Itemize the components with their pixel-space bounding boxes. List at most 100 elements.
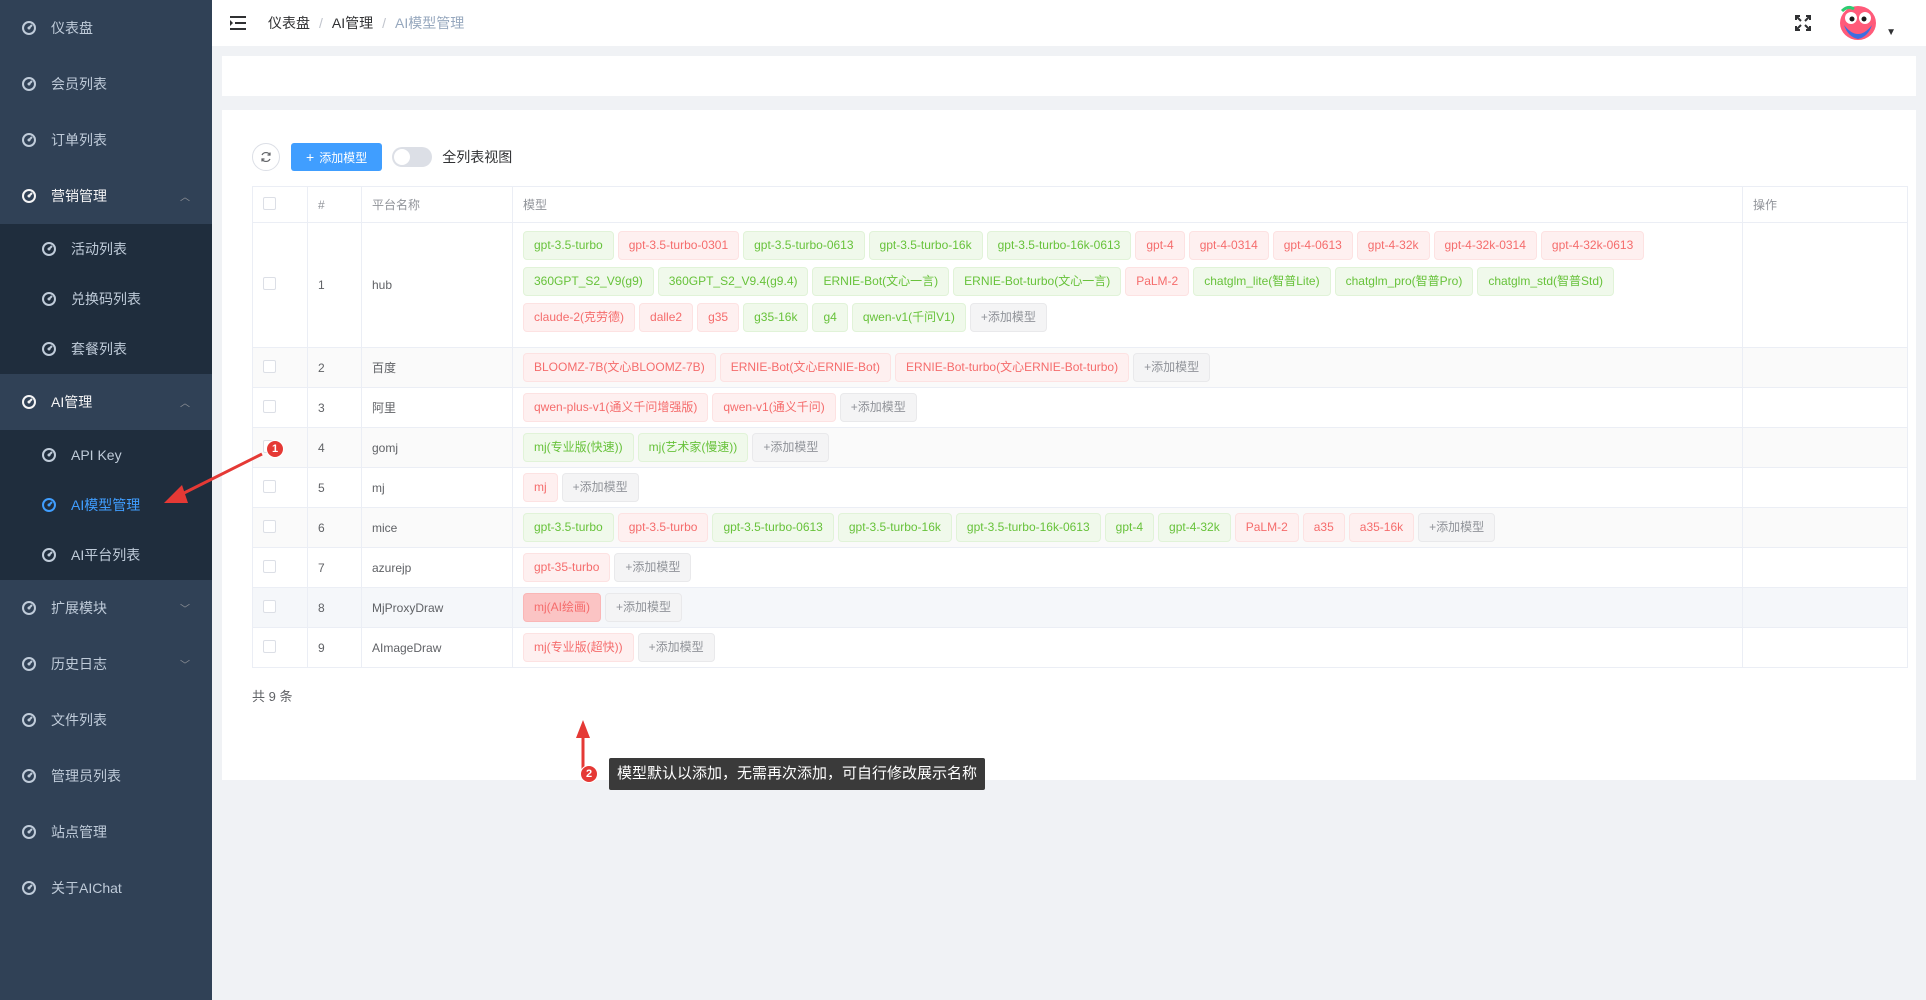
row-checkbox[interactable] (263, 639, 276, 653)
sidebar-item-8[interactable]: 管理员列表 (0, 748, 212, 804)
model-tag[interactable]: chatglm_pro(智普Pro) (1334, 267, 1474, 296)
model-tag[interactable]: gpt-4-32k-0613 (1540, 231, 1645, 260)
sidebar-item-3[interactable]: 营销管理 ︿ (0, 168, 212, 224)
add-model-tag-button[interactable]: +添加模型 (561, 473, 639, 502)
model-tag[interactable]: mj (523, 473, 558, 502)
column-header-actions: 操作 (1742, 186, 1908, 223)
sidebar-subitem[interactable]: API Key (0, 430, 212, 480)
add-model-tag-button[interactable]: +添加模型 (1418, 513, 1496, 542)
breadcrumb-item-ai[interactable]: AI管理 (332, 13, 373, 33)
model-tag[interactable]: gpt-35-turbo (523, 553, 611, 582)
model-tag[interactable]: ERNIE-Bot(文心一言) (812, 267, 950, 296)
row-checkbox[interactable] (263, 559, 276, 573)
model-tag[interactable]: gpt-4-0314 (1188, 231, 1269, 260)
table-row: 5 mj mj +添加模型 (252, 467, 1908, 508)
sidebar-item-5[interactable]: 扩展模块 ﹀ (0, 580, 212, 636)
sidebar-item-2[interactable]: 订单列表 (0, 112, 212, 168)
model-tag[interactable]: ERNIE-Bot(文心ERNIE-Bot) (719, 353, 892, 382)
row-checkbox[interactable] (263, 399, 276, 413)
row-checkbox[interactable] (263, 479, 276, 493)
row-platform: AImageDraw (361, 627, 513, 668)
add-model-tag-button[interactable]: +添加模型 (637, 633, 715, 662)
model-tag[interactable]: PaLM-2 (1125, 267, 1190, 296)
model-tag[interactable]: mj(专业版(超快)) (523, 633, 634, 662)
model-tag[interactable]: mj(专业版(快速)) (523, 433, 634, 462)
sidebar-subitem[interactable]: 兑换码列表 (0, 274, 212, 324)
refresh-button[interactable] (252, 143, 280, 171)
row-actions (1742, 627, 1908, 668)
model-tag[interactable]: gpt-3.5-turbo-0613 (743, 231, 865, 260)
model-tag[interactable]: gpt-4-32k-0314 (1433, 231, 1537, 260)
model-tag[interactable]: gpt-3.5-turbo-16k-0613 (955, 513, 1101, 542)
chevron-down-icon[interactable]: ▼ (1886, 27, 1896, 38)
model-tags: mj(专业版(超快)) +添加模型 (523, 633, 1742, 662)
model-tag[interactable]: chatglm_std(智普Std) (1477, 267, 1615, 296)
add-model-tag-button[interactable]: +添加模型 (605, 593, 683, 622)
model-tag[interactable]: BLOOMZ-7B(文心BLOOMZ-7B) (523, 353, 716, 382)
model-tag[interactable]: g4 (812, 303, 848, 332)
select-all-cell (252, 186, 308, 223)
model-tag[interactable]: a35-16k (1348, 513, 1415, 542)
model-tag[interactable]: gpt-4 (1135, 231, 1185, 260)
row-checkbox[interactable] (263, 359, 276, 373)
model-tag[interactable]: 360GPT_S2_V9(g9) (523, 267, 654, 296)
model-tags: mj(AI绘画) +添加模型 (523, 593, 1742, 622)
model-tag[interactable]: 360GPT_S2_V9.4(g9.4) (657, 267, 809, 296)
model-tag[interactable]: g35 (697, 303, 740, 332)
model-tag[interactable]: mj(艺术家(慢速)) (637, 433, 749, 462)
switch-label: 全列表视图 (442, 149, 513, 165)
row-checkbox[interactable] (263, 599, 276, 613)
sidebar-item-0[interactable]: 仪表盘 (0, 0, 212, 56)
row-checkbox[interactable] (263, 277, 276, 290)
fullscreen-icon[interactable] (1792, 12, 1814, 34)
model-tag[interactable]: gpt-3.5-turbo-0613 (712, 513, 834, 542)
model-tag[interactable]: qwen-plus-v1(通义千问增强版) (523, 393, 709, 422)
model-tag[interactable]: claude-2(克劳德) (523, 303, 636, 332)
model-tag[interactable]: gpt-3.5-turbo-16k (837, 513, 952, 542)
row-checkbox[interactable] (263, 519, 276, 533)
model-tag[interactable]: ERNIE-Bot-turbo(文心ERNIE-Bot-turbo) (895, 353, 1130, 382)
avatar[interactable] (1838, 3, 1879, 43)
full-list-view-switch[interactable] (392, 147, 433, 167)
model-tag[interactable]: gpt-3.5-turbo-16k (868, 231, 983, 260)
sidebar-subitem[interactable]: 活动列表 (0, 224, 212, 274)
add-model-tag-button[interactable]: +添加模型 (614, 553, 692, 582)
model-tag[interactable]: gpt-4 (1104, 513, 1155, 542)
add-model-button[interactable]: + 添加模型 (291, 143, 383, 171)
model-tag[interactable]: gpt-4-0613 (1272, 231, 1353, 260)
add-model-tag-button[interactable]: +添加模型 (1133, 353, 1211, 382)
breadcrumb-item-dashboard[interactable]: 仪表盘 (268, 13, 310, 33)
model-tag[interactable]: gpt-4-32k (1158, 513, 1231, 542)
sidebar-subitem[interactable]: AI平台列表 (0, 530, 212, 580)
model-tag[interactable]: gpt-3.5-turbo (617, 513, 709, 542)
model-tag[interactable]: gpt-3.5-turbo (523, 231, 614, 260)
model-tag[interactable]: a35 (1302, 513, 1345, 542)
sidebar-item-label: 文件列表 (51, 712, 107, 728)
row-actions (1742, 507, 1908, 548)
model-tag[interactable]: dalle2 (639, 303, 694, 332)
model-tag[interactable]: gpt-3.5-turbo (523, 513, 614, 542)
sidebar-subitem[interactable]: AI模型管理 (0, 480, 212, 530)
sidebar-item-7[interactable]: 文件列表 (0, 692, 212, 748)
sidebar-item-6[interactable]: 历史日志 ﹀ (0, 636, 212, 692)
add-model-tag-button[interactable]: +添加模型 (839, 393, 917, 422)
hamburger-icon[interactable] (228, 13, 248, 33)
model-tag[interactable]: gpt-3.5-turbo-16k-0613 (986, 231, 1132, 260)
sidebar-subitem[interactable]: 套餐列表 (0, 324, 212, 374)
sidebar-item-9[interactable]: 站点管理 (0, 804, 212, 860)
model-tag[interactable]: gpt-4-32k (1356, 231, 1430, 260)
model-tag[interactable]: qwen-v1(千问V1) (851, 303, 966, 332)
sidebar-item-10[interactable]: 关于AIChat (0, 860, 212, 916)
select-all-checkbox[interactable] (263, 196, 276, 210)
model-tag[interactable]: ERNIE-Bot-turbo(文心一言) (953, 267, 1122, 296)
sidebar-item-4[interactable]: AI管理 ︿ (0, 374, 212, 430)
model-tag[interactable]: PaLM-2 (1234, 513, 1299, 542)
sidebar-item-1[interactable]: 会员列表 (0, 56, 212, 112)
model-tag[interactable]: qwen-v1(通义千问) (712, 393, 836, 422)
model-tag[interactable]: mj(AI绘画) (523, 593, 601, 622)
add-model-tag-button[interactable]: +添加模型 (969, 303, 1047, 332)
model-tag[interactable]: chatglm_lite(智普Lite) (1193, 267, 1331, 296)
add-model-tag-button[interactable]: +添加模型 (752, 433, 830, 462)
model-tag[interactable]: g35-16k (743, 303, 809, 332)
model-tag[interactable]: gpt-3.5-turbo-0301 (617, 231, 740, 260)
